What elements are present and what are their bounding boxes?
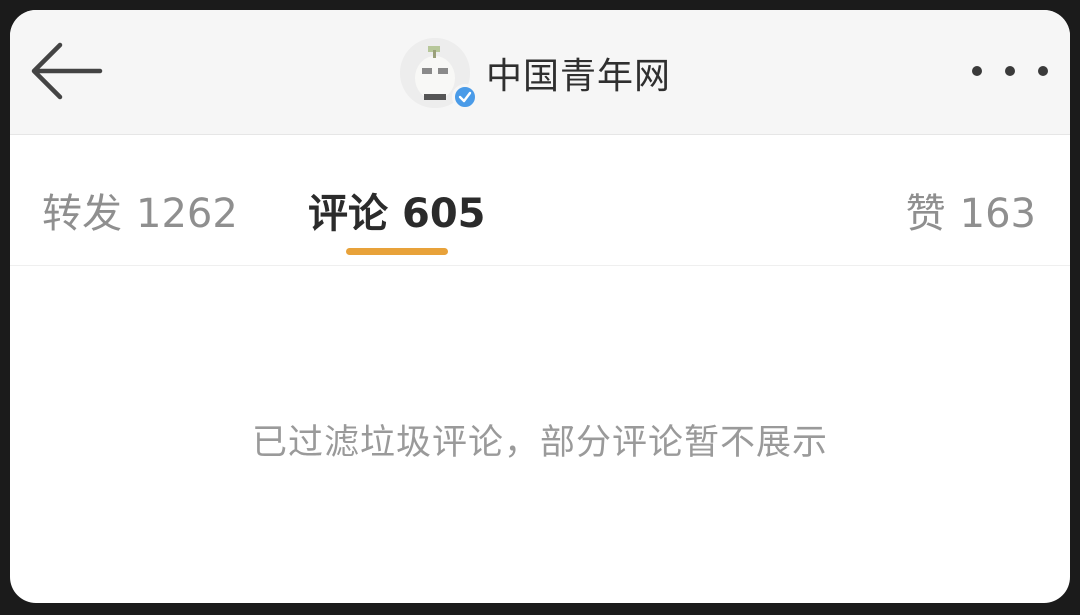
tab-like-label: 赞 <box>905 191 946 237</box>
tab-like-count: 163 <box>959 191 1036 237</box>
verified-badge-icon <box>452 84 478 110</box>
top-bar: 中国青年网 <box>10 10 1070 135</box>
account-header[interactable]: 中国青年网 <box>400 32 671 114</box>
active-tab-indicator <box>346 248 448 255</box>
tab-repost-count: 1262 <box>136 191 238 237</box>
tab-repost-label: 转发 <box>42 191 122 237</box>
filtered-comments-notice: 已过滤垃圾评论，部分评论暂不展示 <box>251 423 828 463</box>
tab-like[interactable]: 赞 163 <box>906 181 1036 239</box>
account-name[interactable]: 中国青年网 <box>486 47 671 99</box>
more-button[interactable] <box>972 54 1048 88</box>
more-dots-icon <box>972 66 982 76</box>
tab-comment[interactable]: 评论 605 <box>308 181 486 239</box>
arrow-left-icon <box>31 42 103 100</box>
tab-comment-count: 605 <box>402 191 486 237</box>
more-dots-icon <box>1005 66 1015 76</box>
more-dots-icon <box>1038 66 1048 76</box>
tab-repost[interactable]: 转发 1262 <box>42 181 238 239</box>
avatar[interactable] <box>400 38 478 110</box>
back-button[interactable] <box>26 36 106 106</box>
tab-bar: 转发 1262 评论 605 赞 163 <box>10 135 1070 266</box>
tab-comment-label: 评论 <box>308 191 388 237</box>
app-screen: 中国青年网 转发 1262 评论 605 赞 163 已过滤垃圾评论，部分评论暂不展示 <box>10 10 1070 603</box>
